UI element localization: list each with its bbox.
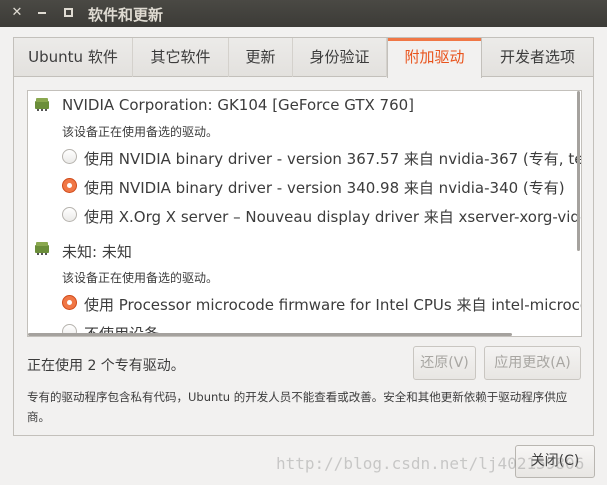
chip-icon <box>35 98 49 111</box>
driver-radio[interactable] <box>62 207 77 222</box>
minimize-icon[interactable] <box>35 6 49 20</box>
tab-updates[interactable]: 更新 <box>229 38 293 77</box>
scrollbar-thumb[interactable] <box>577 91 580 251</box>
tab-additional-drivers[interactable]: 附加驱动 <box>387 38 482 78</box>
close-icon[interactable]: ✕ <box>10 6 24 20</box>
driver-list: NVIDIA Corporation: GK104 [GeForce GTX 7… <box>27 90 582 337</box>
scrollbar-thumb[interactable] <box>28 333 512 336</box>
device-name: 未知: 未知 <box>62 243 132 261</box>
driver-radio[interactable] <box>62 149 77 164</box>
software-updates-window: ✕ 软件和更新 Ubuntu 软件 其它软件 更新 身份验证 附加驱动 开发者选… <box>0 0 607 485</box>
title-bar: ✕ 软件和更新 <box>0 0 607 27</box>
device-name: NVIDIA Corporation: GK104 [GeForce GTX 7… <box>62 96 415 114</box>
close-button[interactable]: 关闭(C) <box>515 445 595 478</box>
tab-developer-options[interactable]: 开发者选项 <box>482 38 593 77</box>
device-status-note: 该设备正在使用备选的驱动。 <box>62 271 219 285</box>
device-status-note: 该设备正在使用备选的驱动。 <box>62 125 219 139</box>
chip-icon <box>35 242 49 255</box>
tab-authentication[interactable]: 身份验证 <box>293 38 387 77</box>
window-title: 软件和更新 <box>88 6 164 24</box>
maximize-icon[interactable] <box>61 6 75 20</box>
driver-radio-selected[interactable] <box>62 178 77 193</box>
revert-button[interactable]: 还原(V) <box>413 346 476 380</box>
tab-ubuntu-software[interactable]: Ubuntu 软件 <box>14 38 133 77</box>
tab-bar: Ubuntu 软件 其它软件 更新 身份验证 附加驱动 开发者选项 <box>14 38 593 78</box>
notebook: Ubuntu 软件 其它软件 更新 身份验证 附加驱动 开发者选项 NVIDIA… <box>13 37 594 436</box>
vertical-scrollbar[interactable] <box>577 91 581 336</box>
driver-option-label[interactable]: 使用 X.Org X server – Nouveau display driv… <box>84 206 581 227</box>
tab-other-software[interactable]: 其它软件 <box>133 38 229 77</box>
driver-option-label[interactable]: 使用 NVIDIA binary driver - version 340.98… <box>84 177 565 198</box>
proprietary-note: 专有的驱动程序包含私有代码，Ubuntu 的开发人员不能查看或改善。安全和其他更… <box>27 390 568 424</box>
horizontal-scrollbar[interactable] <box>28 332 581 336</box>
driver-radio-selected[interactable] <box>62 295 77 310</box>
apply-changes-button[interactable]: 应用更改(A) <box>484 346 581 380</box>
driver-option-label[interactable]: 使用 Processor microcode firmware for Inte… <box>84 294 581 315</box>
driver-status-text: 正在使用 2 个专有驱动。 <box>27 358 185 374</box>
driver-option-label[interactable]: 使用 NVIDIA binary driver - version 367.57… <box>84 148 581 169</box>
